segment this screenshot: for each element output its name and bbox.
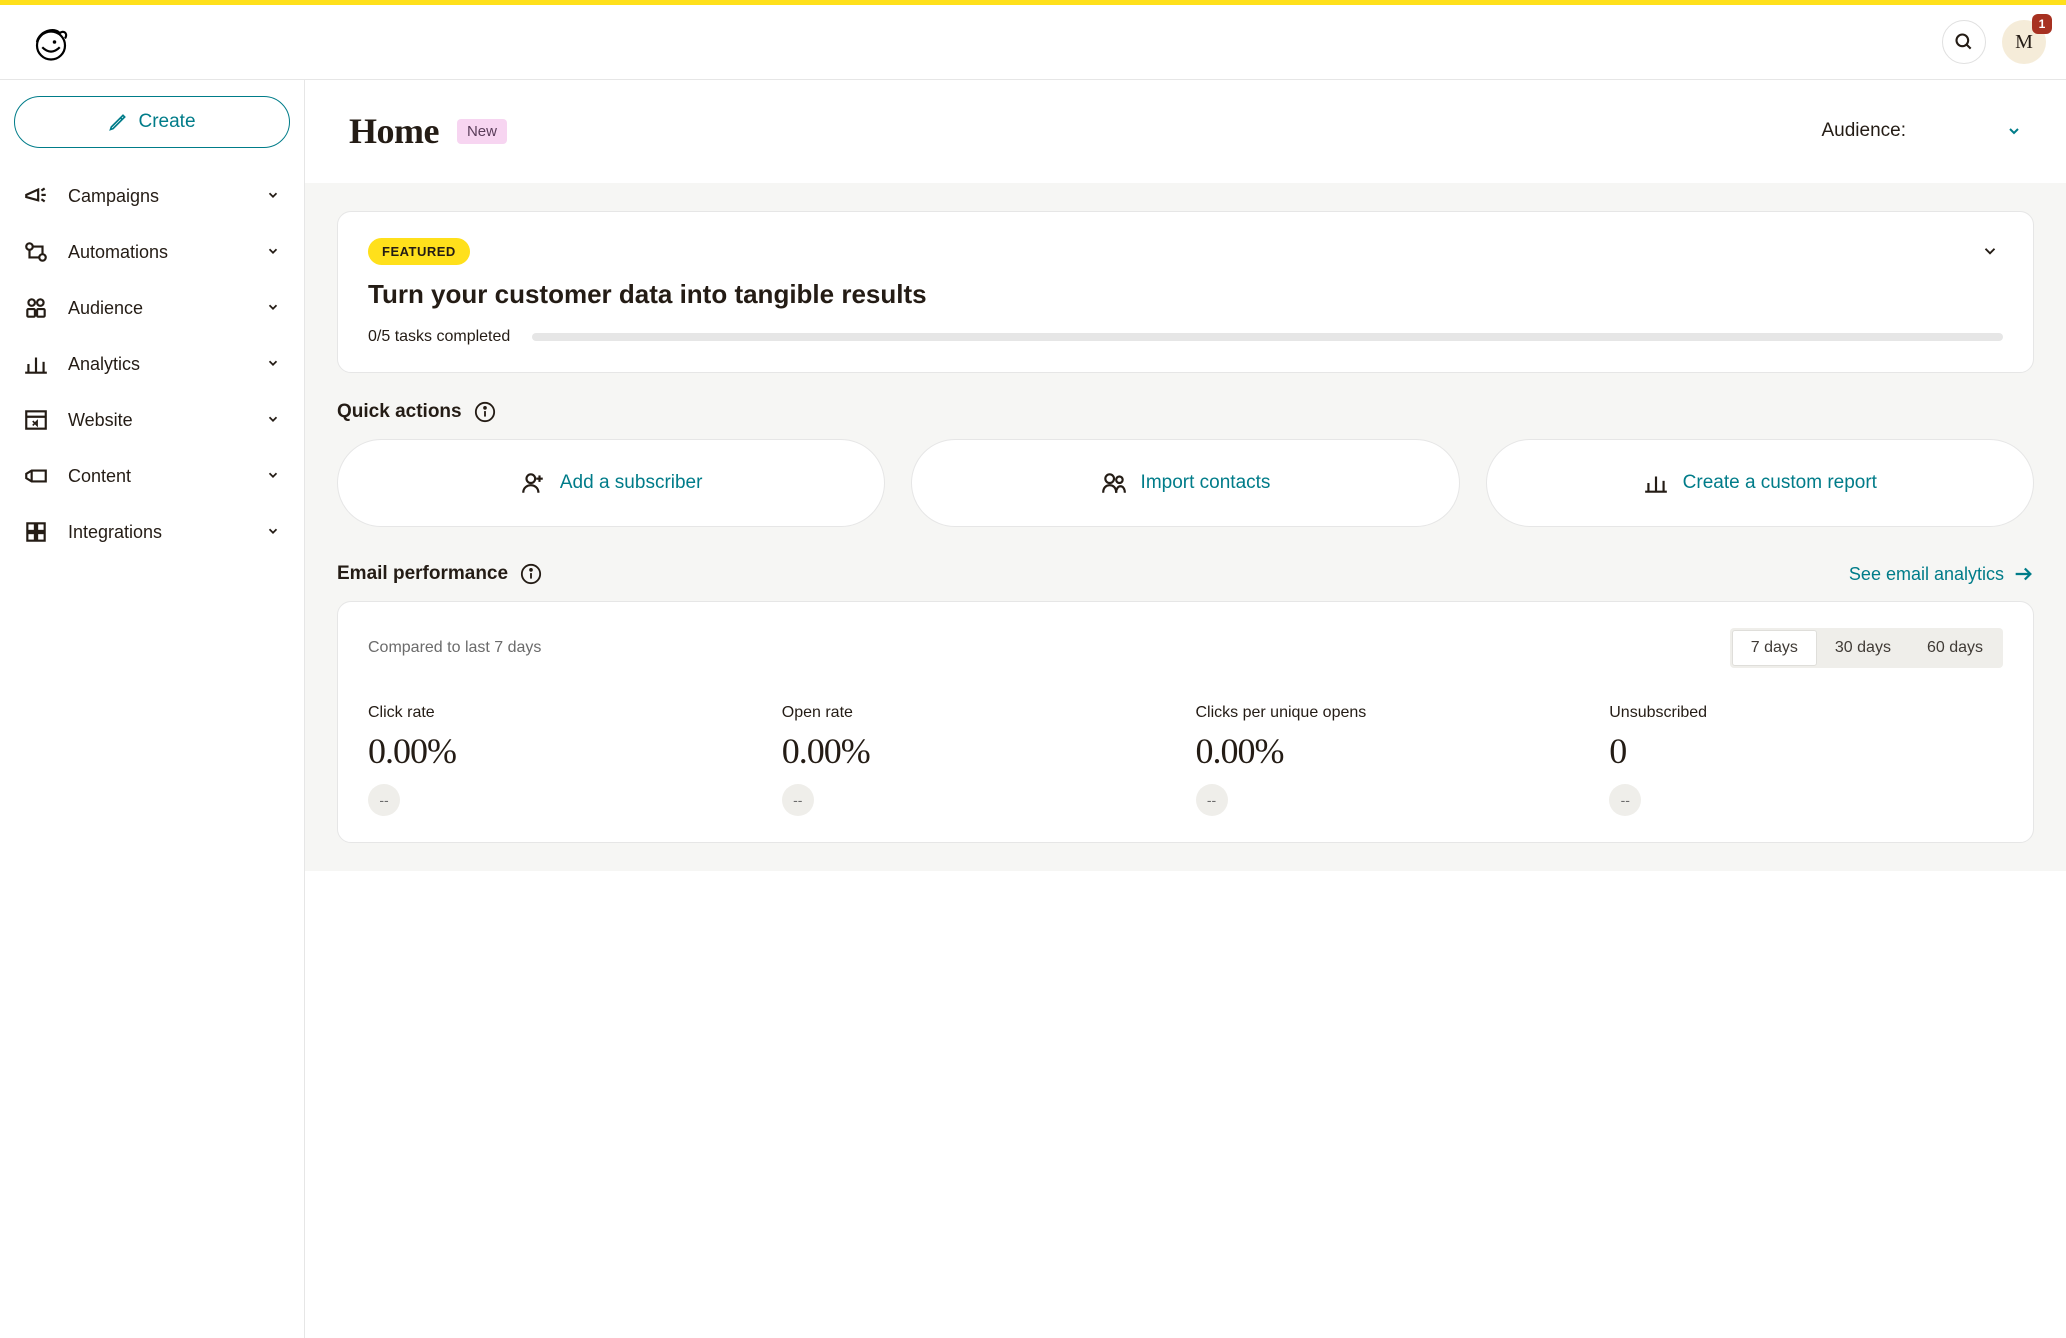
chevron-down-icon	[1981, 242, 1999, 260]
avatar-initial: M	[2015, 31, 2033, 54]
stat-value: 0	[1609, 730, 2003, 772]
chevron-down-icon	[266, 300, 282, 316]
notification-badge: 1	[2032, 14, 2052, 34]
qa-label: Create a custom report	[1683, 471, 1877, 496]
chevron-down-icon	[266, 244, 282, 260]
analytics-icon	[22, 350, 50, 378]
pencil-icon	[108, 112, 128, 132]
sidebar-item-label: Website	[68, 410, 266, 431]
info-icon[interactable]	[520, 563, 542, 585]
create-button[interactable]: Create	[14, 96, 290, 148]
stats-row: Click rate 0.00% -- Open rate 0.00% -- C…	[368, 704, 2003, 816]
sidebar-content[interactable]: Content	[14, 448, 290, 504]
stat-value: 0.00%	[1196, 730, 1590, 772]
stat-unsubscribed: Unsubscribed 0 --	[1609, 704, 2003, 816]
integrations-icon	[22, 518, 50, 546]
stat-label: Clicks per unique opens	[1196, 704, 1590, 722]
featured-card: FEATURED Turn your customer data into ta…	[337, 211, 2034, 373]
brand-logo[interactable]	[30, 21, 72, 63]
sidebar-item-label: Campaigns	[68, 186, 266, 207]
chevron-down-icon	[266, 356, 282, 372]
automations-icon	[22, 238, 50, 266]
page-title: Home	[349, 110, 439, 152]
chevron-down-icon	[266, 468, 282, 484]
featured-toggle[interactable]	[1977, 238, 2003, 264]
email-perf-header: Email performance See email analytics	[337, 563, 2034, 585]
stat-value: 0.00%	[368, 730, 762, 772]
time-range-toggle: 7 days 30 days 60 days	[1730, 628, 2003, 668]
people-icon	[1101, 470, 1127, 496]
qa-import-contacts[interactable]: Import contacts	[911, 439, 1459, 527]
qa-label: Import contacts	[1141, 471, 1271, 496]
email-perf-card: Compared to last 7 days 7 days 30 days 6…	[337, 601, 2034, 843]
stat-clicks-unique: Clicks per unique opens 0.00% --	[1196, 704, 1590, 816]
create-label: Create	[138, 111, 195, 133]
sidebar-audience[interactable]: Audience	[14, 280, 290, 336]
audience-selector[interactable]: Audience:	[1821, 120, 2022, 142]
chevron-down-icon	[266, 524, 282, 540]
person-plus-icon	[520, 470, 546, 496]
quick-actions-title: Quick actions	[337, 401, 462, 423]
chevron-down-icon	[2006, 123, 2022, 139]
topbar: M 1	[0, 5, 2066, 80]
sidebar-item-label: Content	[68, 466, 266, 487]
arrow-right-icon	[2012, 563, 2034, 585]
sidebar-campaigns[interactable]: Campaigns	[14, 168, 290, 224]
sidebar-automations[interactable]: Automations	[14, 224, 290, 280]
progress-bar	[532, 333, 2003, 341]
sidebar-website[interactable]: Website	[14, 392, 290, 448]
stat-delta: --	[782, 784, 814, 816]
sidebar-item-label: Audience	[68, 298, 266, 319]
stat-open-rate: Open rate 0.00% --	[782, 704, 1176, 816]
audience-icon	[22, 294, 50, 322]
compared-text: Compared to last 7 days	[368, 639, 541, 657]
qa-label: Add a subscriber	[560, 471, 703, 496]
content-icon	[22, 462, 50, 490]
stat-click-rate: Click rate 0.00% --	[368, 704, 762, 816]
sidebar-item-label: Automations	[68, 242, 266, 263]
content-body: FEATURED Turn your customer data into ta…	[305, 183, 2066, 871]
email-perf-title: Email performance	[337, 563, 508, 585]
bar-chart-icon	[1643, 470, 1669, 496]
search-icon	[1954, 32, 1974, 52]
stat-label: Click rate	[368, 704, 762, 722]
stat-delta: --	[1609, 784, 1641, 816]
megaphone-icon	[22, 182, 50, 210]
qa-create-report[interactable]: Create a custom report	[1486, 439, 2034, 527]
sidebar: Create Campaigns Automations Audience	[0, 80, 305, 1338]
stat-label: Unsubscribed	[1609, 704, 2003, 722]
featured-title: Turn your customer data into tangible re…	[368, 279, 927, 310]
sidebar-analytics[interactable]: Analytics	[14, 336, 290, 392]
stat-label: Open rate	[782, 704, 1176, 722]
quick-actions-row: Add a subscriber Import contacts Create …	[337, 439, 2034, 527]
range-60days[interactable]: 60 days	[1909, 630, 2001, 666]
website-icon	[22, 406, 50, 434]
see-link-text: See email analytics	[1849, 564, 2004, 585]
audience-label: Audience:	[1821, 120, 1906, 142]
info-icon[interactable]	[474, 401, 496, 423]
progress-text: 0/5 tasks completed	[368, 328, 510, 346]
see-analytics-link[interactable]: See email analytics	[1849, 563, 2034, 585]
stat-delta: --	[368, 784, 400, 816]
sidebar-item-label: Integrations	[68, 522, 266, 543]
stat-value: 0.00%	[782, 730, 1176, 772]
sidebar-item-label: Analytics	[68, 354, 266, 375]
profile-menu[interactable]: M 1	[2002, 20, 2046, 64]
chevron-down-icon	[266, 188, 282, 204]
page-header: Home New Audience:	[305, 80, 2066, 183]
main-content: Home New Audience: FEATURED Turn your cu…	[305, 80, 2066, 1338]
search-button[interactable]	[1942, 20, 1986, 64]
qa-add-subscriber[interactable]: Add a subscriber	[337, 439, 885, 527]
chevron-down-icon	[266, 412, 282, 428]
range-7days[interactable]: 7 days	[1732, 630, 1817, 666]
quick-actions-header: Quick actions	[337, 401, 2034, 423]
range-30days[interactable]: 30 days	[1817, 630, 1909, 666]
new-badge: New	[457, 119, 507, 144]
stat-delta: --	[1196, 784, 1228, 816]
sidebar-integrations[interactable]: Integrations	[14, 504, 290, 560]
featured-badge: FEATURED	[368, 238, 470, 265]
